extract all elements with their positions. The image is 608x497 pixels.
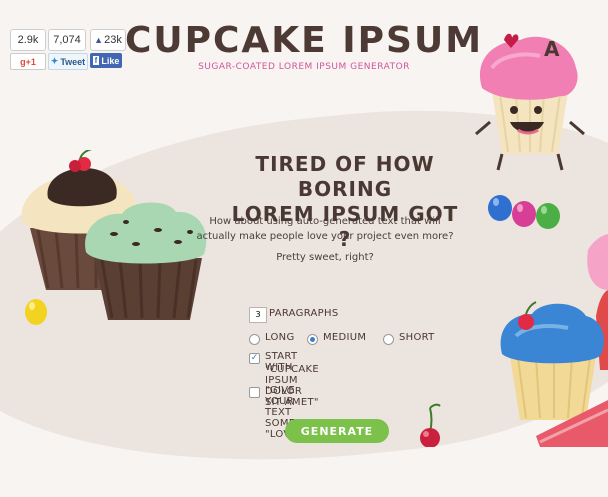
candies-right — [488, 195, 560, 229]
paragraphs-label: PARAGRAPHS — [269, 308, 339, 319]
mascot-cupcake: A — [475, 33, 585, 171]
generate-button[interactable]: GENERATE — [285, 419, 389, 443]
intro-tagline: Pretty sweet, right? — [276, 252, 374, 263]
start-with-checkbox[interactable]: ✓ — [249, 353, 260, 364]
radio-short-label: SHORT — [399, 332, 435, 343]
radio-short[interactable] — [383, 334, 394, 345]
cherry-illustration — [420, 403, 441, 447]
love-checkbox[interactable] — [249, 387, 260, 398]
cupcakes-right-illustration — [500, 234, 608, 447]
cupcakes-left-illustration — [21, 150, 207, 325]
mascot-letter: A — [544, 37, 560, 61]
radio-long[interactable] — [249, 334, 260, 345]
radio-medium[interactable] — [307, 334, 318, 345]
paragraph-count-input[interactable] — [249, 307, 267, 323]
radio-long-label: LONG — [265, 332, 295, 343]
headline-line-1: TIRED OF HOW BORING — [255, 152, 435, 201]
radio-medium-label: MEDIUM — [323, 332, 367, 343]
intro-text: How about using auto-generated text that… — [196, 216, 454, 242]
